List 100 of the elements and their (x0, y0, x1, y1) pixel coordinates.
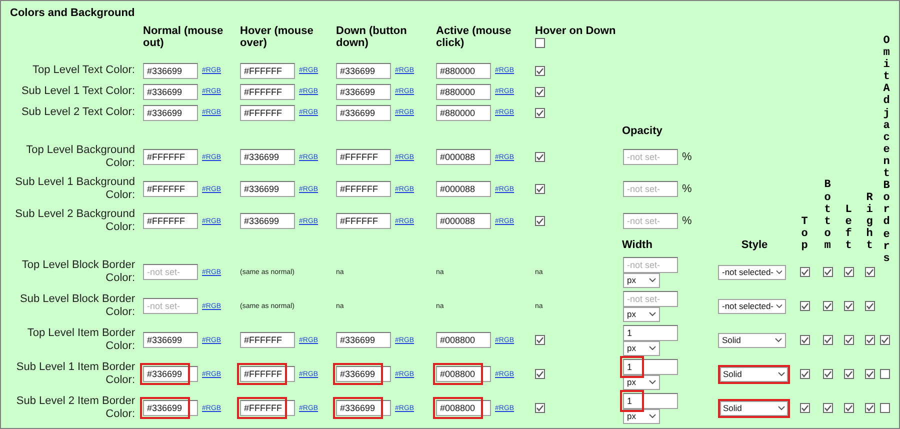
checkbox[interactable] (535, 403, 545, 413)
checkbox[interactable] (822, 369, 832, 379)
checkbox[interactable] (535, 184, 545, 194)
color-field[interactable]: #880000 (436, 84, 491, 100)
color-field[interactable]: #336699 (336, 104, 391, 120)
unit-select[interactable]: px (623, 340, 660, 356)
color-field[interactable]: #336699 (143, 104, 198, 120)
color-field[interactable]: #FFFFFF (143, 181, 198, 197)
color-field[interactable]: #880000 (436, 104, 491, 120)
style-select[interactable]: Solid (718, 398, 790, 418)
checkbox[interactable] (822, 403, 832, 413)
checkbox[interactable] (844, 335, 854, 345)
checkbox[interactable] (800, 301, 810, 311)
chevron-icon (649, 278, 656, 282)
color-field[interactable]: #336699 (336, 366, 391, 382)
color-field[interactable]: #FFFFFF (240, 332, 295, 348)
checkbox[interactable] (864, 301, 874, 311)
checkbox[interactable] (822, 267, 832, 277)
color-field[interactable]: #FFFFFF (240, 84, 295, 100)
checkbox[interactable] (800, 369, 810, 379)
checkbox[interactable] (800, 267, 810, 277)
color-field[interactable]: #FFFFFF (240, 62, 295, 78)
checkbox[interactable] (535, 216, 545, 226)
opacity-field[interactable]: -not set- (623, 213, 678, 229)
color-field[interactable]: #336699 (143, 62, 198, 78)
opacity-field[interactable]: -not set- (623, 149, 678, 165)
checkbox[interactable] (880, 369, 890, 379)
style-select[interactable]: Solid (718, 364, 790, 384)
checkbox[interactable] (800, 403, 810, 413)
width-field[interactable]: 1 (623, 358, 678, 374)
width-field[interactable]: 1 (623, 392, 678, 408)
checkbox[interactable] (535, 335, 545, 345)
color-field[interactable]: #336699 (240, 149, 295, 165)
row-label: Sub Level 2 Text Color: (20, 106, 136, 119)
checkbox[interactable] (822, 335, 832, 345)
color-field[interactable]: #008800 (436, 332, 491, 348)
color-field[interactable]: #336699 (240, 181, 295, 197)
checkbox[interactable] (880, 403, 890, 413)
checkbox[interactable] (844, 369, 854, 379)
unit-label: % (682, 215, 692, 227)
color-field[interactable]: #000088 (436, 149, 491, 165)
checkbox[interactable] (535, 108, 545, 118)
color-field[interactable]: #008800 (436, 400, 491, 416)
checkbox[interactable] (844, 267, 854, 277)
checkbox[interactable] (800, 335, 810, 345)
chevron-icon (649, 312, 656, 316)
width-field[interactable]: -not set- (623, 290, 678, 306)
color-field[interactable]: #008800 (436, 366, 491, 382)
color-field[interactable]: #336699 (240, 213, 295, 229)
column-header: Left (844, 204, 853, 254)
checkbox[interactable] (535, 369, 545, 379)
color-field[interactable]: #000088 (436, 213, 491, 229)
style-select[interactable]: -not selected- (718, 298, 786, 314)
color-field[interactable]: #336699 (143, 84, 198, 100)
width-field[interactable]: -not set- (623, 256, 678, 272)
width-field[interactable]: 1 (623, 324, 678, 340)
color-field[interactable]: #336699 (143, 400, 198, 416)
color-field[interactable]: -not set- (143, 298, 198, 314)
row-label: Sub Level 1 Item Border Color: (15, 361, 136, 387)
opacity-field[interactable]: -not set- (623, 181, 678, 197)
color-field[interactable]: #000088 (436, 181, 491, 197)
color-field[interactable]: #FFFFFF (240, 104, 295, 120)
color-field[interactable]: #336699 (336, 400, 391, 416)
checkbox[interactable] (844, 301, 854, 311)
unit-select[interactable]: px (623, 272, 660, 288)
column-header: Hover on Down (535, 25, 617, 37)
color-field[interactable]: #FFFFFF (143, 149, 198, 165)
checkbox[interactable] (535, 86, 545, 96)
color-field[interactable]: #FFFFFF (143, 213, 198, 229)
checkbox[interactable] (535, 152, 545, 162)
color-field[interactable]: #FFFFFF (240, 400, 295, 416)
color-field[interactable]: #FFFFFF (336, 181, 391, 197)
color-field[interactable]: #880000 (436, 62, 491, 78)
checkbox[interactable] (535, 38, 545, 48)
color-field[interactable]: #336699 (336, 332, 391, 348)
color-field[interactable]: -not set- (143, 264, 198, 280)
color-field[interactable]: #FFFFFF (336, 149, 391, 165)
checkbox[interactable] (864, 335, 874, 345)
color-field[interactable]: #336699 (143, 332, 198, 348)
row-label: Top Level Background Color: (25, 144, 136, 170)
color-field[interactable]: #336699 (143, 366, 198, 382)
unit-select[interactable]: px (623, 306, 660, 322)
column-header: Down (button down) (336, 25, 408, 49)
checkbox[interactable] (844, 403, 854, 413)
checkbox[interactable] (822, 301, 832, 311)
column-header: Opacity (622, 125, 662, 137)
checkbox[interactable] (535, 66, 545, 76)
color-field[interactable]: #336699 (336, 84, 391, 100)
color-field[interactable]: #FFFFFF (240, 366, 295, 382)
checkbox[interactable] (880, 335, 890, 345)
column-header: Top (800, 216, 809, 254)
checkbox[interactable] (864, 267, 874, 277)
color-field[interactable]: #336699 (336, 62, 391, 78)
style-select[interactable]: -not selected- (718, 264, 786, 280)
checkbox[interactable] (864, 369, 874, 379)
column-header: Normal (mouse out) (143, 25, 224, 49)
color-field[interactable]: #FFFFFF (336, 213, 391, 229)
checkbox[interactable] (864, 403, 874, 413)
column-header: Style (741, 239, 768, 251)
style-select[interactable]: Solid (718, 332, 786, 348)
